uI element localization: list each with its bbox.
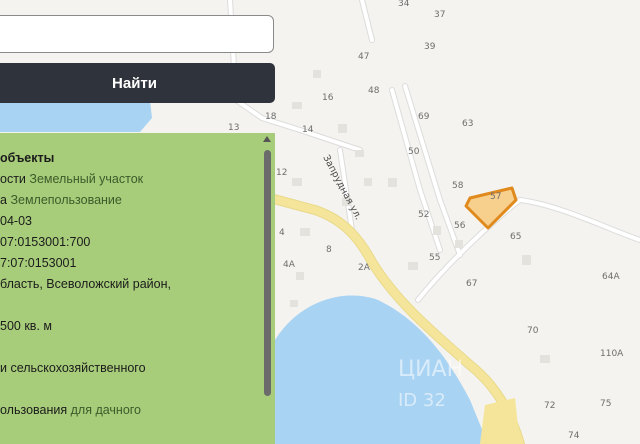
building-number-110А: 110А <box>600 349 624 359</box>
info-row-label: 7:07:0153001 <box>0 256 77 270</box>
building-number-4А: 4А <box>283 260 296 270</box>
info-row-label: 07:0153001:700 <box>0 235 91 249</box>
info-row-label: 500 кв. м <box>0 319 52 333</box>
building-number-34: 34 <box>398 0 410 9</box>
building-number-67: 67 <box>466 279 477 289</box>
info-row-kind: а Землепользование <box>0 193 122 207</box>
building-number-55: 55 <box>429 253 440 263</box>
building-number-14: 14 <box>302 125 314 135</box>
building-number-39: 39 <box>424 42 436 52</box>
search-button[interactable]: Найти <box>0 63 275 103</box>
building-number-16: 16 <box>322 93 334 103</box>
parcel-number-label: 57 <box>490 192 501 202</box>
building-number-74: 74 <box>568 431 580 441</box>
building-number-12: 12 <box>276 168 287 178</box>
building-number-8: 8 <box>326 245 332 255</box>
scroll-up-arrow-icon[interactable] <box>263 136 271 142</box>
watermark-text: ЦИАН <box>398 357 463 382</box>
info-row-category: и сельскохозяйственного <box>0 361 146 375</box>
building-number-48: 48 <box>368 86 380 96</box>
building-number-2А: 2А <box>358 263 371 273</box>
info-row-label: бласть, Всеволожский район, <box>0 277 171 291</box>
info-row-area: 500 кв. м <box>0 319 52 333</box>
building-number-18: 18 <box>265 112 277 122</box>
building-number-69: 69 <box>418 112 430 122</box>
building-number-47: 47 <box>358 52 369 62</box>
building-number-63: 63 <box>462 119 473 129</box>
info-row-value: для дачного <box>70 403 142 417</box>
info-title: объекты <box>0 151 55 165</box>
sand-area <box>480 398 520 444</box>
search-input[interactable] <box>0 15 274 53</box>
lake-shape <box>0 100 152 132</box>
scroll-thumb[interactable] <box>264 150 271 396</box>
building-number-64А: 64А <box>602 272 620 282</box>
info-row-address: бласть, Всеволожский район, <box>0 277 171 291</box>
info-row-label: ости <box>0 172 30 186</box>
info-panel: объекты ости Земельный участок а Землепо… <box>0 133 275 444</box>
info-row-label: 04-03 <box>0 214 32 228</box>
building-number-50: 50 <box>408 147 420 157</box>
watermark-sub: ID 32 <box>398 390 446 411</box>
building-number-65: 65 <box>510 232 521 242</box>
info-row-usage: ользования для дачного <box>0 403 141 417</box>
info-row-value: Земельный участок <box>29 172 144 186</box>
building-number-75: 75 <box>600 399 611 409</box>
info-row-value: Землепользование <box>10 193 122 207</box>
building-number-4: 4 <box>279 228 285 238</box>
building-number-56: 56 <box>454 221 466 231</box>
info-row-label: ользования <box>0 403 71 417</box>
info-row-type: ости Земельный участок <box>0 172 143 186</box>
building-number-72: 72 <box>544 401 555 411</box>
info-row-label: а <box>0 193 11 207</box>
building-number-58: 58 <box>452 181 464 191</box>
building-number-70: 70 <box>527 326 539 336</box>
info-row-quarter: 7:07:0153001 <box>0 256 76 270</box>
building-number-37: 37 <box>434 10 445 20</box>
info-row-cadastral-number: 07:0153001:700 <box>0 235 90 249</box>
building-number-13: 13 <box>228 123 239 133</box>
info-row-label: и сельскохозяйственного <box>0 361 146 375</box>
building-number-52: 52 <box>418 210 429 220</box>
info-row-date: 04-03 <box>0 214 32 228</box>
